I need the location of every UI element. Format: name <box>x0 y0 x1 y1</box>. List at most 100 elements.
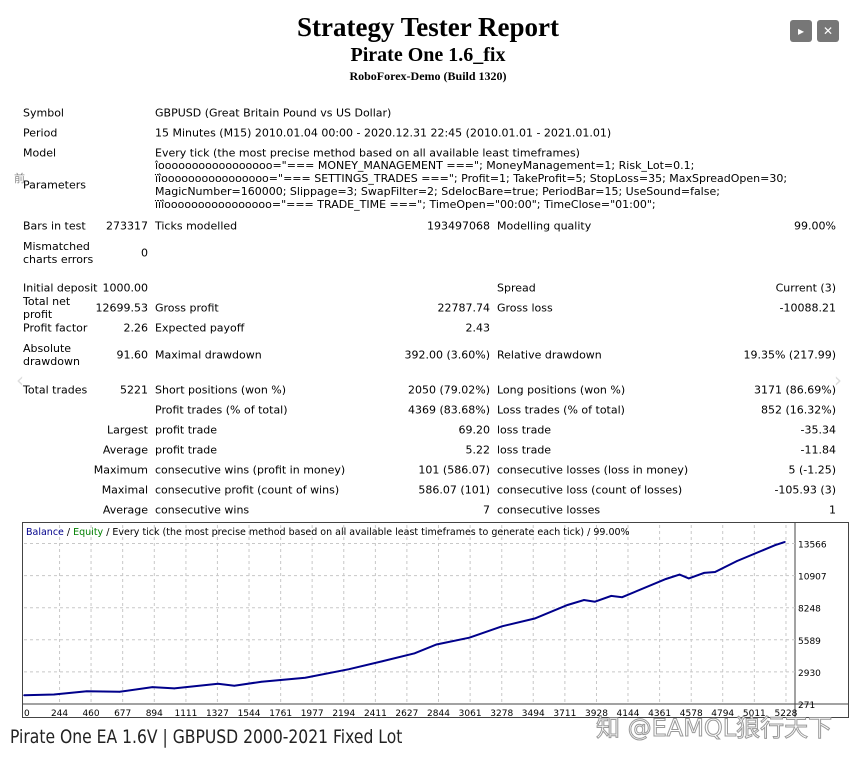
balance-point <box>435 643 438 646</box>
legend-sep: / <box>63 527 74 538</box>
balance-point <box>151 686 154 688</box>
stat-value: 2050 (79.02%) <box>407 383 490 397</box>
stat-label: Long positions (won %) <box>497 383 626 397</box>
stat-label: loss trade <box>497 443 552 457</box>
stat-label: Maximal drawdown <box>155 348 262 362</box>
x-tick-label: 677 <box>114 709 131 717</box>
y-tick-label: 5589 <box>798 637 821 647</box>
row-label: Parameters <box>23 178 86 192</box>
balance-point <box>774 544 776 546</box>
x-tick-label: 2844 <box>427 709 450 717</box>
stat-value: 2.43 <box>465 321 491 335</box>
row-value: îooooooooooooooooo="=== MONEY_MANAGEMENT… <box>155 159 788 211</box>
close-icon[interactable]: ✕ <box>817 20 839 42</box>
stat-value: -11.84 <box>800 443 836 457</box>
stat-label: consecutive profit (count of wins) <box>155 483 340 497</box>
balance-point <box>53 693 55 696</box>
stat-label: Total net profit <box>23 295 71 321</box>
stat-label: Bars in test <box>23 219 86 233</box>
stat-label: consecutive wins <box>155 503 250 517</box>
stat-value: 2.26 <box>123 321 149 335</box>
play-icon[interactable]: ▸ <box>790 20 812 42</box>
stat-value: 1000.00 <box>102 281 149 295</box>
stat-value: 19.35% (217.99) <box>743 348 836 362</box>
stat-value: 193497068 <box>427 219 490 233</box>
stat-value: Average <box>102 443 148 457</box>
balance-point <box>533 617 536 620</box>
stat-value: 392.00 (3.60%) <box>404 348 490 362</box>
stat-label: profit trade <box>155 443 218 457</box>
row-label: Symbol <box>23 106 64 120</box>
balance-point <box>665 578 667 580</box>
balance-point <box>621 596 623 598</box>
stat-value: 4369 (83.68%) <box>407 403 490 417</box>
stat-label: profit trade <box>155 423 218 437</box>
x-tick-label: 244 <box>51 709 68 717</box>
y-tick-label: 8248 <box>798 605 821 615</box>
balance-point <box>86 690 88 692</box>
balance-point <box>23 694 25 697</box>
balance-chart: 0 244 460 677 894 1111 1327 1544 1761 1977 2194 241… <box>22 522 849 719</box>
row-label: Period <box>23 126 58 140</box>
x-tick-label: 1761 <box>269 709 292 717</box>
balance-point <box>118 691 121 693</box>
balance-point <box>381 660 383 663</box>
balance-point <box>687 577 690 580</box>
x-tick-label: 2627 <box>395 709 418 717</box>
stat-label: Loss trades (% of total) <box>497 403 625 417</box>
stat-label: Short positions (won %) <box>155 383 287 397</box>
row-value: 15 Minutes (M15) 2010.01.04 00:00 - 2020… <box>155 126 612 140</box>
x-tick-label: 3061 <box>459 709 482 717</box>
stat-value: 99.00% <box>794 219 836 233</box>
x-tick-label: 894 <box>146 709 163 717</box>
report-server: RoboForex-Demo (Build 1320) <box>349 69 507 83</box>
legend-text: / Every tick (the most precise method ba… <box>103 527 630 538</box>
balance-point <box>594 600 596 603</box>
stat-label: Total trades <box>23 383 88 397</box>
balance-point <box>304 676 307 679</box>
balance-point <box>784 541 786 543</box>
stat-value: 852 (16.32%) <box>760 403 836 417</box>
balance-point <box>501 625 503 628</box>
chart-svg: 0 244 460 677 894 1111 1327 1544 1761 1977 2194 241… <box>23 523 848 719</box>
balance-point <box>714 571 716 573</box>
row-value: GBPUSD (Great Britain Pound vs US Dollar… <box>155 106 392 120</box>
stat-value: Maximal <box>101 483 148 497</box>
stat-label: Absolute drawdown <box>23 342 80 368</box>
x-tick-label: 1111 <box>174 709 197 717</box>
legend-balance: Balance <box>26 527 64 538</box>
stat-label: Expected payoff <box>155 321 245 335</box>
stat-label: Profit factor <box>23 321 88 335</box>
y-tick-label: 13566 <box>798 541 827 551</box>
stat-label: consecutive wins (profit in money) <box>155 463 346 477</box>
y-tick-label: 2930 <box>798 669 821 679</box>
x-tick-label: 1327 <box>206 709 229 717</box>
stat-value: 586.07 (101) <box>418 483 490 497</box>
stat-label: Gross profit <box>155 301 219 315</box>
stat-value: -35.34 <box>800 423 836 437</box>
stat-value: 69.20 <box>458 423 491 437</box>
stat-label: Profit trades (% of total) <box>155 403 288 417</box>
report-title: Strategy Tester Report <box>297 12 559 42</box>
stat-label: Spread <box>497 281 536 295</box>
balance-point <box>348 668 350 671</box>
legend-equity: Equity <box>73 527 104 538</box>
stat-value: Maximum <box>93 463 148 477</box>
report-subtitle: Pirate One 1.6_fix <box>350 44 506 66</box>
x-tick-label: 0 <box>24 709 30 717</box>
balance-point <box>413 652 416 655</box>
balance-point <box>217 682 219 685</box>
balance-point <box>678 573 681 576</box>
stat-label: consecutive loss (count of losses) <box>497 483 683 497</box>
stat-value: -10088.21 <box>779 301 836 315</box>
balance-point <box>233 684 236 687</box>
y-tick-label: 10907 <box>798 573 827 583</box>
stat-label: Gross loss <box>497 301 553 315</box>
balance-point <box>260 680 263 683</box>
x-tick-label: 2411 <box>364 709 387 717</box>
stat-value: 91.60 <box>116 348 149 362</box>
balance-point <box>610 595 613 597</box>
x-tick-label: 1977 <box>301 709 324 717</box>
stat-value: 101 (586.07) <box>418 463 490 477</box>
stat-value: Largest <box>107 423 148 437</box>
